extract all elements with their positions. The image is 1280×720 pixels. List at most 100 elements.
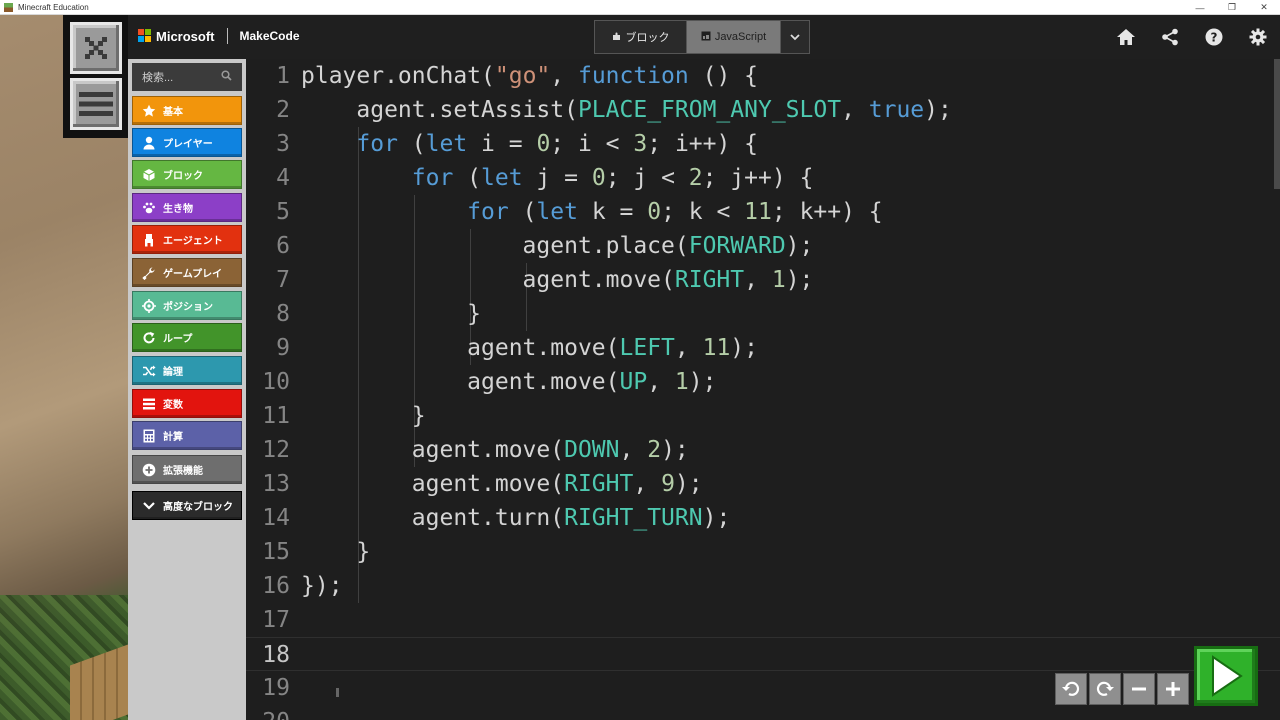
app-window: Minecraft Education — ❐ ✕ Microsoft Make…: [0, 0, 1280, 720]
star-icon: [141, 103, 157, 119]
category-label: ポジション: [163, 302, 213, 313]
line-number: 16: [262, 573, 290, 599]
code-editor[interactable]: 1 player.onChat("go", function () { 2 age…: [246, 59, 1280, 720]
category-variables[interactable]: 変数: [132, 389, 242, 418]
category-mobs[interactable]: 生き物: [132, 193, 242, 222]
category-agent[interactable]: エージェント: [132, 225, 242, 254]
minimize-button[interactable]: —: [1184, 0, 1216, 15]
code-line[interactable]: 9 agent.move(LEFT, 11);: [246, 331, 1280, 365]
category-label: ループ: [163, 334, 193, 345]
share-icon: [1162, 28, 1178, 46]
editor-scrollbar[interactable]: [1274, 59, 1280, 189]
microsoft-logo-icon: [138, 29, 152, 43]
tab-javascript-label: JavaScript: [714, 31, 767, 43]
line-number: 1: [276, 63, 290, 89]
category-blocks[interactable]: ブロック: [132, 160, 242, 189]
category-logic[interactable]: 論理: [132, 356, 242, 385]
code-text: for (let j = 0; j < 2; j++) {: [411, 165, 814, 191]
line-number: 6: [276, 233, 290, 259]
code-text: agent.setAssist(PLACE_FROM_ANY_SLOT, tru…: [301, 97, 952, 123]
search-icon: [221, 70, 232, 84]
code-line[interactable]: 16});: [246, 569, 1280, 603]
code-text: }: [301, 539, 371, 565]
code-line[interactable]: 1 player.onChat("go", function () {: [246, 59, 1280, 93]
code-line-current[interactable]: 18: [246, 637, 1280, 671]
line-number: 18: [262, 642, 290, 668]
code-line[interactable]: 3 for (let i = 0; i < 3; i++) {: [246, 127, 1280, 161]
category-math[interactable]: 計算: [132, 421, 242, 450]
code-line[interactable]: 7 agent.move(RIGHT, 1);: [246, 263, 1280, 297]
restore-button[interactable]: ❐: [1216, 0, 1248, 15]
line-number: 19: [262, 675, 290, 701]
person-icon: [141, 135, 157, 151]
category-label: 変数: [163, 400, 183, 411]
code-text: for (let i = 0; i < 3; i++) {: [356, 131, 759, 157]
menu-button[interactable]: [70, 78, 122, 130]
advanced-blocks-label: 高度なブロック: [163, 502, 233, 513]
tab-blocks[interactable]: ブロック: [595, 21, 687, 53]
home-icon: [1117, 29, 1135, 45]
mode-dropdown-button[interactable]: [781, 21, 809, 53]
undo-button[interactable]: [1055, 673, 1087, 705]
home-button[interactable]: [1104, 23, 1148, 51]
line-number: 2: [276, 97, 290, 123]
close-window-button[interactable]: ✕: [1248, 0, 1280, 15]
code-line[interactable]: 14 agent.turn(RIGHT_TURN);: [246, 501, 1280, 535]
zoom-in-button[interactable]: [1157, 673, 1189, 705]
zoom-out-icon: [1132, 687, 1146, 691]
category-loops[interactable]: ループ: [132, 323, 242, 352]
line-number: 8: [276, 301, 290, 327]
window-title-bar: Minecraft Education — ❐ ✕: [0, 0, 1280, 15]
window-title: Minecraft Education: [18, 2, 89, 12]
close-icon: [85, 37, 107, 59]
agent-icon: [141, 232, 157, 248]
menu-icon: [79, 92, 113, 116]
toolbox-search-input[interactable]: 検索...: [132, 63, 242, 91]
code-text: agent.move(DOWN, 2);: [301, 437, 689, 463]
code-line[interactable]: 10 agent.move(UP, 1);: [246, 365, 1280, 399]
wrench-icon: [141, 265, 157, 281]
line-number: 17: [262, 607, 290, 633]
code-line[interactable]: 15 }: [246, 535, 1280, 569]
share-button[interactable]: [1148, 23, 1192, 51]
minecraft-app-icon: [4, 2, 13, 12]
category-player[interactable]: プレイヤー: [132, 128, 242, 157]
code-text: agent.place(FORWARD);: [301, 233, 814, 259]
category-label: 計算: [163, 432, 183, 443]
code-line[interactable]: 17: [246, 603, 1280, 637]
brand-name: Microsoft: [156, 28, 215, 44]
code-line[interactable]: 12 agent.move(DOWN, 2);: [246, 433, 1280, 467]
close-makecode-button[interactable]: [70, 22, 122, 74]
code-line[interactable]: 13 agent.move(RIGHT, 9);: [246, 467, 1280, 501]
redo-button[interactable]: [1089, 673, 1121, 705]
editor-mode-switcher: ブロック JavaScript: [594, 20, 810, 54]
help-button[interactable]: ?: [1192, 23, 1236, 51]
category-basic[interactable]: 基本: [132, 96, 242, 125]
zoom-out-button[interactable]: [1123, 673, 1155, 705]
category-gameplay[interactable]: ゲームプレイ: [132, 258, 242, 287]
code-line[interactable]: 20: [246, 705, 1280, 720]
window-controls: — ❐ ✕: [1184, 0, 1280, 15]
code-line[interactable]: 2 agent.setAssist(PLACE_FROM_ANY_SLOT, t…: [246, 93, 1280, 127]
run-code-button[interactable]: [1194, 646, 1258, 706]
plus-circle-icon: [141, 462, 157, 478]
code-text: agent.move(UP, 1);: [301, 369, 717, 395]
code-text: agent.move(LEFT, 11);: [301, 335, 758, 361]
code-line[interactable]: 11 }: [246, 399, 1280, 433]
code-line[interactable]: 5 for (let k = 0; k < 11; k++) {: [246, 195, 1280, 229]
undo-icon: [1062, 681, 1080, 696]
code-line[interactable]: 8 }: [246, 297, 1280, 331]
settings-button[interactable]: [1236, 23, 1280, 51]
paw-icon: [141, 200, 157, 216]
redo-icon: [1096, 681, 1114, 696]
tab-javascript[interactable]: JavaScript: [687, 21, 781, 53]
code-line[interactable]: 4 for (let j = 0; j < 2; j++) {: [246, 161, 1280, 195]
code-line[interactable]: 6 agent.place(FORWARD);: [246, 229, 1280, 263]
zoom-in-icon: [1166, 682, 1180, 696]
category-extensions[interactable]: 拡張機能: [132, 455, 242, 484]
cube-icon: [141, 167, 157, 183]
advanced-blocks-toggle[interactable]: 高度なブロック: [132, 491, 242, 520]
category-positions[interactable]: ポジション: [132, 291, 242, 320]
line-number: 20: [246, 705, 290, 720]
code-icon: [701, 31, 711, 44]
